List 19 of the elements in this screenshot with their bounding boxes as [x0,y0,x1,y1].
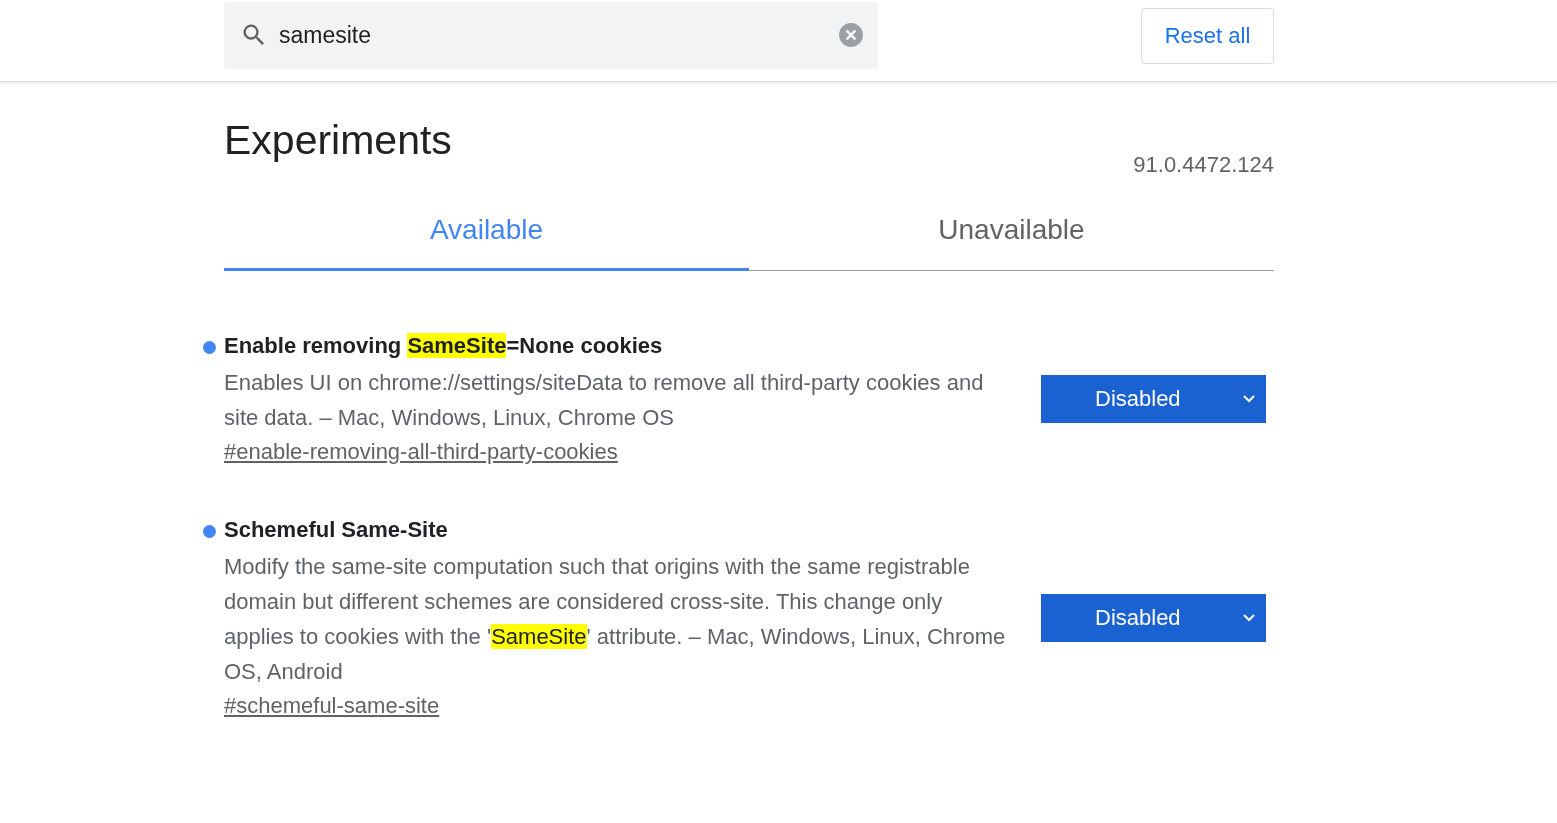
reset-all-button[interactable]: Reset all [1141,8,1274,64]
search-field[interactable]: samesite [224,2,878,69]
state-dropdown[interactable]: Disabled [1041,375,1266,423]
bullet-dot-icon [203,525,216,538]
version-number: 91.0.4472.124 [1133,152,1274,178]
page-title: Experiments [224,117,452,164]
experiment-description: Modify the same-site computation such that origins with the same registrable domain but different schemes are considered cross-site. This change only applies to cookies with the 'SameSite' attribute. – Mac, Windows, Linux, Chrome OS, Android [224,553,1007,686]
tab[interactable]: Available [224,200,749,271]
chevron-down-icon [1242,394,1256,404]
experiment-title: Enable removing SameSite=None cookies [224,333,663,358]
chevron-down-icon [1242,613,1256,623]
bullet-dot-icon [203,341,216,354]
tab[interactable]: Unavailable [749,200,1274,271]
experiment-link[interactable]: #schemeful-same-site [224,693,440,719]
experiment-link[interactable]: #enable-removing-all-third-party-cookies [224,439,618,465]
clear-icon[interactable] [838,22,864,48]
experiment-description: Enables UI on chrome://settings/siteData to remove all third-party cookies and site data. – Mac, Windows, Linux, Chrome OS [224,369,985,432]
state-dropdown[interactable]: Disabled [1041,594,1266,642]
experiment-title: Schemeful Same-Site [224,517,448,542]
